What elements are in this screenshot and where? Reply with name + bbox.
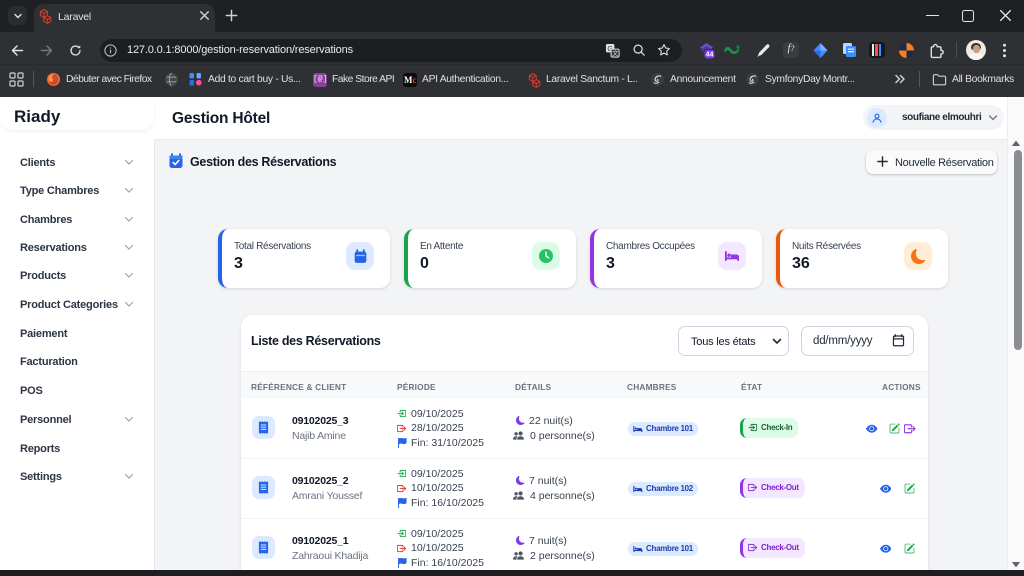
svg-text:文: 文 bbox=[612, 49, 618, 57]
svg-text:44: 44 bbox=[706, 52, 714, 59]
